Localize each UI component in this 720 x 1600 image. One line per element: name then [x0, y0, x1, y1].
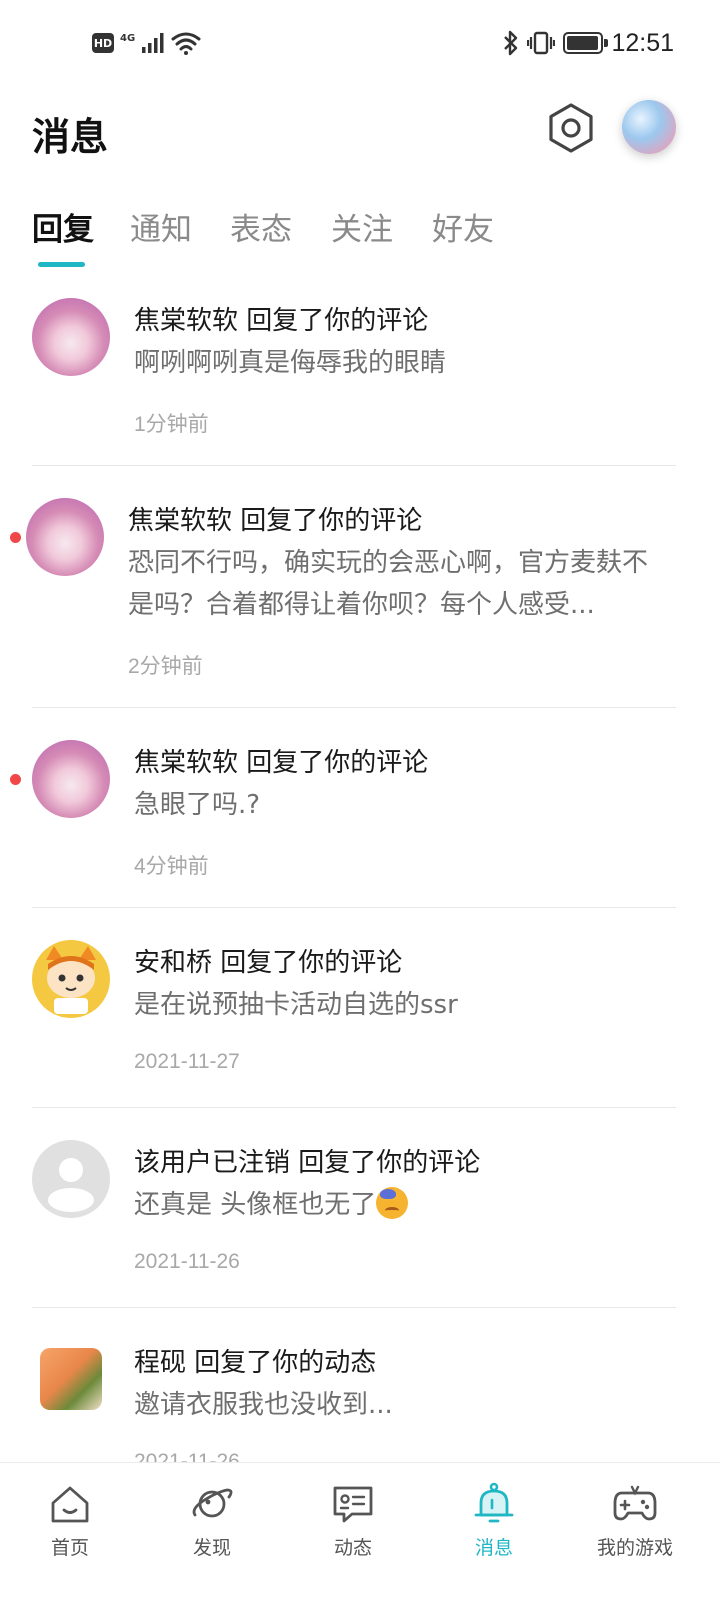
username[interactable]: 程砚: [134, 1348, 186, 1378]
unread-dot: [10, 532, 21, 543]
tab-friends[interactable]: 好友: [432, 204, 494, 249]
status-time: 12:51: [611, 28, 674, 57]
nav-home[interactable]: 首页: [10, 1481, 130, 1560]
message-title: 程砚 回复了你的动态: [134, 1342, 376, 1379]
message-title: 焦棠软软 回复了你的评论: [128, 500, 422, 537]
wifi-icon: [171, 32, 201, 55]
active-tab-indicator: [38, 262, 85, 267]
username[interactable]: 焦棠软软: [128, 506, 232, 536]
message-body: 恐同不行吗，确实玩的会恶心啊，官方麦麸不是吗？合着都得让着你呗？每个人感受...: [128, 548, 649, 620]
avatar[interactable]: [26, 498, 104, 576]
settings-button[interactable]: [547, 102, 595, 154]
message-title: 安和桥 回复了你的评论: [134, 942, 402, 979]
message-time: 2021-11-26: [134, 1250, 240, 1273]
message-time: 1分钟前: [134, 413, 209, 436]
avatar[interactable]: [32, 1140, 110, 1218]
avatar[interactable]: [32, 740, 110, 818]
message-title: 该用户已注销 回复了你的评论: [134, 1142, 480, 1179]
message-title: 焦棠软软 回复了你的评论: [134, 742, 428, 779]
message-time: 2021-11-26: [134, 1450, 240, 1462]
tab-follow[interactable]: 关注: [331, 204, 393, 249]
status-left: HD 4G: [92, 28, 201, 58]
username[interactable]: 焦棠软软: [134, 306, 238, 336]
nav-label: 消息: [474, 1537, 513, 1559]
bell-icon: [474, 1482, 514, 1523]
nav-label: 我的游戏: [596, 1537, 673, 1559]
username[interactable]: 焦棠软软: [134, 748, 238, 778]
avatar[interactable]: [32, 940, 110, 1018]
default-user-icon: [48, 1158, 94, 1212]
message-time: 2021-11-27: [134, 1050, 240, 1073]
vibrate-icon: [527, 31, 556, 55]
nav-messages[interactable]: 消息: [434, 1481, 554, 1560]
message-list[interactable]: 焦棠软软 回复了你的评论 啊咧啊咧真是侮辱我的眼睛 1分钟前 焦棠软软 回复了你…: [0, 272, 720, 1462]
nav-label: 发现: [192, 1537, 231, 1559]
list-item[interactable]: 焦棠软软 回复了你的评论 啊咧啊咧真是侮辱我的眼睛 1分钟前: [0, 272, 720, 466]
sweat-emoji-icon: [376, 1187, 409, 1219]
list-item[interactable]: 安和桥 回复了你的评论 是在说预抽卡活动自选的ssr 2021-11-27: [0, 908, 720, 1108]
hd-badge: HD: [92, 33, 114, 53]
list-item[interactable]: 该用户已注销 回复了你的评论 还真是 头像框也无了 2021-11-26: [0, 1108, 720, 1308]
message-action: 回复了你的评论: [238, 748, 429, 778]
list-item[interactable]: 程砚 回复了你的动态 邀请衣服我也没收到... 2021-11-26: [0, 1308, 720, 1462]
battery-level: [567, 36, 598, 50]
message-body: 是在说预抽卡活动自选的ssr: [134, 990, 458, 1020]
profile-avatar[interactable]: [622, 100, 676, 154]
nav-label: 动态: [333, 1537, 372, 1559]
message-action: 回复了你的评论: [290, 1148, 481, 1178]
message-action: 回复了你的评论: [232, 506, 423, 536]
unread-dot: [10, 774, 21, 785]
avatar[interactable]: [40, 1348, 102, 1410]
signal-icon: [142, 33, 164, 53]
message-title: 焦棠软软 回复了你的评论: [134, 300, 428, 337]
message-body: 邀请衣服我也没收到...: [134, 1390, 393, 1420]
page-header: 消息: [0, 88, 720, 176]
status-right: 12:51: [503, 26, 674, 60]
tab-reaction[interactable]: 表态: [230, 204, 292, 249]
message-time: 2分钟前: [128, 655, 203, 678]
nav-label: 首页: [50, 1537, 89, 1559]
nav-my-games[interactable]: 我的游戏: [575, 1481, 695, 1560]
cat-avatar-art: [46, 946, 96, 1014]
hexagon-settings-icon: [549, 103, 593, 153]
gamepad-icon: [613, 1485, 657, 1521]
planet-icon: [192, 1488, 233, 1518]
message-action: 回复了你的评论: [212, 948, 403, 978]
page-title: 消息: [32, 115, 109, 159]
list-item[interactable]: 焦棠软软 回复了你的评论 急眼了吗.? 4分钟前: [0, 708, 720, 908]
username[interactable]: 安和桥: [134, 948, 212, 978]
nav-feed[interactable]: 动态: [293, 1481, 413, 1560]
message-time: 4分钟前: [134, 855, 209, 878]
message-body: 急眼了吗.?: [134, 790, 261, 820]
bluetooth-icon: [504, 30, 518, 56]
network-type: 4G: [120, 32, 136, 44]
nav-discover[interactable]: 发现: [152, 1481, 272, 1560]
messages-screen: HD 4G 12:51 消息 回复 通知 表态 关注 好友 焦棠软软 回复了你的…: [0, 0, 720, 1600]
list-item[interactable]: 焦棠软软 回复了你的评论 恐同不行吗，确实玩的会恶心啊，官方麦麸不是吗？合着都得…: [0, 466, 720, 708]
message-action: 回复了你的动态: [186, 1348, 377, 1378]
status-bar: HD 4G 12:51: [0, 0, 720, 88]
bottom-nav: 首页 发现 动态 消息 我的游戏: [0, 1462, 720, 1600]
avatar[interactable]: [32, 298, 110, 376]
home-icon: [51, 1486, 89, 1523]
tab-notification[interactable]: 通知: [130, 204, 192, 249]
username[interactable]: 该用户已注销: [134, 1148, 290, 1178]
chat-card-icon: [333, 1486, 373, 1523]
tab-reply[interactable]: 回复: [32, 204, 94, 249]
message-body: 还真是 头像框也无了: [134, 1184, 664, 1226]
battery-icon: [563, 32, 609, 54]
message-body-text: 还真是 头像框也无了: [134, 1190, 377, 1220]
battery-tip: [604, 39, 609, 47]
message-body: 啊咧啊咧真是侮辱我的眼睛: [134, 348, 447, 378]
message-action: 回复了你的评论: [238, 306, 429, 336]
